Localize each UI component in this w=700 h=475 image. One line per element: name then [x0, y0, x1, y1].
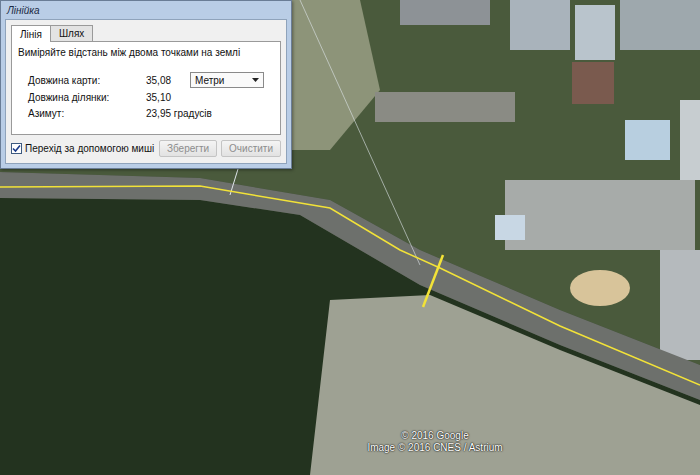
window-title: Лінійка — [7, 5, 40, 16]
cemetery — [310, 295, 700, 475]
path-line — [0, 186, 700, 385]
building — [400, 0, 490, 25]
measurement-value: 35,08 — [146, 75, 190, 86]
building — [510, 0, 570, 50]
dialog-footer: Перехід за допомогою миші ЗберегтиОчистит… — [11, 140, 281, 157]
building — [660, 250, 700, 360]
instruction-text: Виміряйте відстань між двома точками на … — [18, 47, 274, 58]
measurement-row: Довжина карти:35,08 Метри — [28, 72, 274, 88]
building — [572, 62, 614, 104]
unit-value: Метри — [195, 75, 224, 86]
ruler-dialog[interactable]: Лінійка ЛініяШлях Виміряйте відстань між д… — [0, 0, 292, 169]
title-bar[interactable]: Лінійка — [5, 1, 287, 19]
building — [375, 92, 515, 122]
measurement-label: Азимут: — [28, 108, 146, 119]
measurement-row: Азимут:23,95 градусів — [28, 106, 274, 120]
map-ground — [0, 0, 700, 475]
measure-line[interactable] — [423, 255, 443, 307]
checkbox-label: Перехід за допомогою миші — [25, 143, 154, 154]
screen: © 2016 GoogleImage © 2016 CNES / Astrium… — [0, 0, 700, 475]
measurement-label: Довжина ділянки: — [28, 92, 146, 103]
tab-strip: ЛініяШлях — [11, 24, 281, 41]
building — [625, 120, 670, 160]
building — [620, 0, 700, 50]
measurement-value: 23,95 градусів — [146, 108, 190, 119]
measurement-row: Довжина ділянки:35,10 — [28, 90, 274, 104]
mouse-nav-checkbox[interactable]: Перехід за допомогою миші — [11, 143, 154, 154]
building — [505, 180, 695, 250]
dropdown-arrow-icon — [252, 78, 259, 82]
building — [575, 5, 615, 60]
unit-dropdown[interactable]: Метри — [190, 72, 264, 88]
building — [680, 100, 700, 180]
button-group: ЗберегтиОчистити — [159, 140, 281, 157]
check-icon — [12, 144, 21, 153]
measurement-label: Довжина карти: — [28, 75, 146, 86]
attribution: © 2016 GoogleImage © 2016 CNES / Astrium — [350, 430, 520, 453]
building — [495, 215, 525, 240]
tab[interactable]: Лінія — [11, 25, 51, 42]
attribution-text: © 2016 Google — [401, 430, 468, 441]
tab-panel: Виміряйте відстань між двома точками на … — [11, 41, 281, 135]
sports-field — [570, 270, 630, 306]
dialog-body: ЛініяШлях Виміряйте відстань між двома то… — [5, 19, 287, 164]
dialog-button[interactable]: Зберегти — [159, 140, 217, 157]
dialog-button[interactable]: Очистити — [221, 140, 281, 157]
measurement-list: Довжина карти:35,08 Метри Довжина ділянки:… — [18, 72, 274, 120]
attribution-text: Image © 2016 CNES / Astrium — [367, 442, 502, 453]
checkbox-box[interactable] — [11, 143, 22, 154]
tab[interactable]: Шлях — [50, 25, 93, 41]
measurement-value: 35,10 — [146, 92, 190, 103]
road — [0, 172, 700, 400]
